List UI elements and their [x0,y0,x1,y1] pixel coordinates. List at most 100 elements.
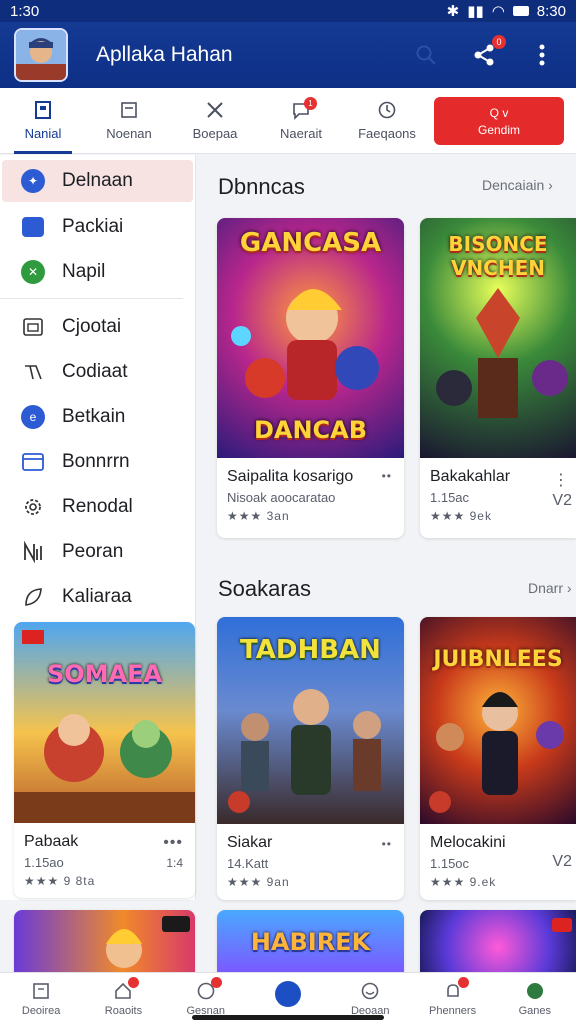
cta-icon-label: Q v [489,105,509,120]
game-title: Melocakini [430,834,506,851]
sidebar-item-peoran[interactable]: Peoran [0,530,195,574]
game-rating: ★★★ 3an [227,509,290,523]
game-art [14,910,195,972]
window-icon [20,449,46,475]
app-bar: Apllaka Hahan 0 [0,22,576,88]
tab-boepaa[interactable]: Boepaa [172,88,258,154]
game-card[interactable]: JUIBNLEES Melocakini 1.15oc V2 ★★★ 9.ek [420,617,576,900]
sidebar-item-renodal[interactable]: Renodal [0,485,195,529]
home-indicator[interactable] [192,1015,384,1020]
game-size: 14.Katt [227,856,269,871]
game-art [420,910,576,972]
nav-phenners[interactable]: Phenners [412,973,494,1017]
game-size: Nisoak aoocaratao [227,490,336,505]
game-art: SOMAEA [14,622,195,823]
game-rating: ★★★ 9an [227,875,290,889]
tag-icon [20,359,46,385]
sidebar-item-delnaan[interactable]: ✦ Delnaan [2,160,193,202]
game-card[interactable]: GANCASA DANCAB Saipalita kosarigo •• Nis… [217,218,404,538]
status-clock: 8:30 [536,2,566,20]
smiley-icon [361,982,379,1000]
share-icon [474,44,494,66]
more-icon[interactable]: ⋮ [553,470,570,490]
games-icon [526,983,543,999]
store-icon [20,214,46,240]
app-title: Apllaka Hahan [96,43,233,66]
sidebar-item-napil[interactable]: ✕ Napil [0,250,195,294]
section-title: Dbnncas [218,174,305,199]
avatar[interactable] [14,28,68,82]
home-icon [33,983,49,999]
nav-ganes[interactable]: Ganes [494,973,576,1017]
chevron-right-icon: › [566,580,572,596]
notification-badge: 0 [492,35,506,49]
game-extra: V2 [552,492,572,509]
game-art-title: HABIREK [250,928,371,956]
nav-badge [210,977,222,988]
leaf-icon [20,584,46,610]
cta-button[interactable]: Q v Gendim [434,97,564,145]
game-card[interactable]: BISONCE VNCHEN Bakakahlar ⋮ 1.15ac V2 ★★… [420,218,576,538]
sidebar-item-packiai[interactable]: Packiai [0,205,195,249]
game-extra: 1:4 [166,856,183,870]
section-see-all-link[interactable]: Dnarr › [528,580,572,596]
section-see-all-link[interactable]: Dencaiain › [482,177,553,193]
game-card[interactable] [14,910,195,972]
share-button[interactable]: 0 [470,35,506,69]
profile-icon: ✦ [20,168,46,194]
sidebar-divider [0,298,183,299]
nav-center[interactable] [247,973,329,1011]
sidebar-item-bonnrrn[interactable]: Bonnrrn [0,440,195,484]
more-options-button[interactable] [528,41,556,69]
nav-gesnan[interactable]: Gesnan [165,973,247,1017]
more-icon[interactable]: •• [382,469,392,483]
more-icon[interactable]: •• [382,837,392,851]
game-card[interactable]: TADHBAN Siakar •• 14.Katt ★★★ 9an [217,617,404,900]
sidebar-item-betkain[interactable]: e Betkain [0,395,195,439]
nav-badge [128,977,140,988]
document-icon [121,102,137,118]
tools-icon [207,102,223,118]
game-art-title: SOMAEA [46,660,163,688]
tab-naerait[interactable]: 1 Naerait [258,88,344,154]
status-bar: 1:30 ✱ ▮▮ ◠ 8:30 [0,0,576,22]
game-art: BISONCE VNCHEN [420,218,576,458]
chart-icon [20,539,46,565]
tab-noenan[interactable]: Noenan [86,88,172,154]
game-art: JUIBNLEES [420,617,576,824]
cta-label: Gendim [477,122,521,137]
game-art-subtitle: VNCHEN [450,256,546,280]
game-rating: ★★★ 9.ek [430,875,497,889]
building-icon [35,101,51,119]
more-icon[interactable]: ••• [163,834,183,852]
compass-icon [274,981,301,1007]
status-time: 1:30 [10,2,40,20]
game-art-title: JUIBNLEES [433,647,563,672]
game-art-title: GANCASA [239,228,382,258]
game-card[interactable] [420,910,576,972]
tab-faeqaons[interactable]: Faeqaons [344,88,430,154]
nav-badge [457,977,469,988]
chevron-right-icon: › [548,177,553,193]
nav-deoirea[interactable]: Deoirea [0,973,82,1017]
xbox-icon: ✕ [20,259,46,285]
game-title: Saipalita kosarigo [227,468,354,485]
gear-icon [20,494,46,520]
nav-deoaan[interactable]: Deoaan [329,973,411,1017]
search-button[interactable] [412,41,440,69]
game-card[interactable]: SOMAEA Pabaak ••• 1.15ao 1:4 ★★★ 9 8ta [14,622,195,898]
game-extra: V2 [552,853,572,870]
game-art-title: BISONCE [448,232,548,256]
folder-icon [20,314,46,340]
game-rating: ★★★ 9ek [430,509,492,523]
tab-nanial[interactable]: Nanial [0,88,86,154]
sidebar-item-cjootai[interactable]: Cjootai [0,305,195,349]
top-tab-bar: Nanial Noenan Boepaa 1 Naerait Faeqaons … [0,88,576,154]
nav-roaoits[interactable]: Roaoits [82,973,164,1017]
sidebar-item-kaliaraa[interactable]: Kaliaraa [0,575,195,619]
clock-icon [378,101,396,119]
game-art: HABIREK [217,910,404,972]
sidebar-item-codiaat[interactable]: Codiaat [0,350,195,394]
battery-icon [512,6,529,16]
game-card[interactable]: HABIREK [217,910,404,972]
